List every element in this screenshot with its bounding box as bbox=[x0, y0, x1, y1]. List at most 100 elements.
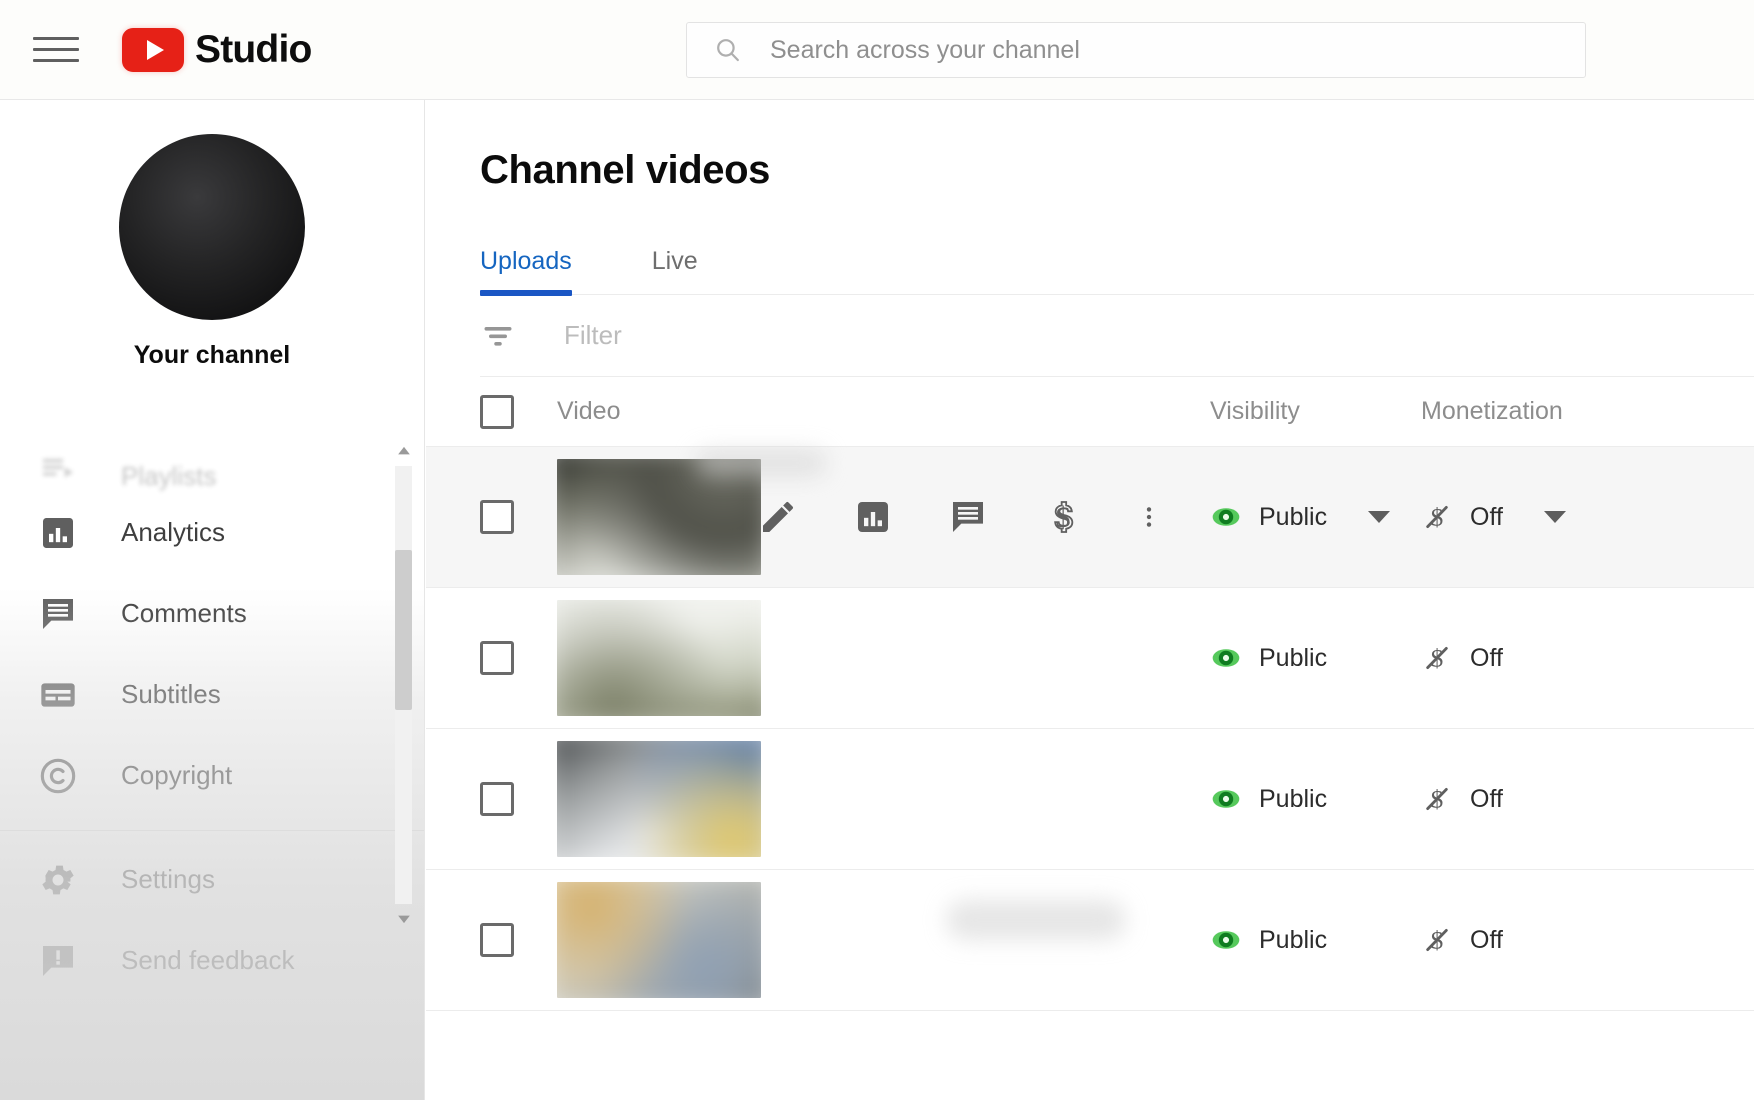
table-row[interactable]: Public $ Off bbox=[426, 729, 1754, 870]
dollar-off-icon: $ bbox=[1426, 504, 1448, 532]
row-select-cell bbox=[480, 782, 540, 816]
page-title: Channel videos bbox=[480, 148, 771, 192]
sidebar-item-comments[interactable]: Comments bbox=[0, 573, 424, 654]
videos-table: Video Visibility Monetization $ Public O… bbox=[426, 377, 1754, 1011]
sidebar-item-label: Send feedback bbox=[121, 945, 295, 975]
video-thumbnail[interactable] bbox=[557, 459, 761, 575]
scrollbar-down-arrow[interactable] bbox=[393, 908, 415, 930]
monetization-cell[interactable]: $ Off bbox=[1421, 642, 1503, 674]
sidebar-item-copyright[interactable]: Copyright bbox=[0, 735, 424, 816]
monetization-cell[interactable]: $ Off bbox=[1421, 783, 1503, 815]
filter-input[interactable]: Filter bbox=[564, 320, 622, 351]
playlists-icon bbox=[35, 446, 81, 492]
sidebar: Your channel Playlists Analytics Comment… bbox=[0, 100, 425, 1100]
subtitles-icon bbox=[35, 672, 81, 718]
row-hover-actions: $ bbox=[756, 495, 1162, 539]
tab-live[interactable]: Live bbox=[652, 247, 712, 294]
sidebar-item-playlists[interactable]: Playlists bbox=[0, 430, 424, 492]
search-icon bbox=[717, 39, 739, 62]
filter-bar[interactable]: Filter bbox=[480, 295, 1754, 377]
scrollbar-thumb[interactable] bbox=[395, 550, 412, 710]
video-thumbnail[interactable] bbox=[557, 882, 761, 998]
sidebar-item-label: Copyright bbox=[121, 760, 233, 790]
eye-icon bbox=[1212, 508, 1240, 526]
sidebar-item-analytics[interactable]: Analytics bbox=[0, 492, 424, 573]
select-all-cell bbox=[480, 394, 540, 429]
channel-name-label: Your channel bbox=[133, 341, 291, 369]
brand-text: Studio bbox=[195, 27, 312, 71]
select-all-checkbox[interactable] bbox=[480, 394, 514, 429]
sidebar-item-label: Subtitles bbox=[121, 679, 221, 709]
copyright-icon bbox=[35, 753, 81, 799]
monetization-cell[interactable]: $ Off bbox=[1421, 924, 1503, 956]
eye-icon bbox=[1212, 790, 1240, 808]
sidebar-item-label: Analytics bbox=[121, 517, 226, 547]
sidebar-item-label: Settings bbox=[121, 864, 215, 894]
sidebar-divider bbox=[0, 830, 424, 831]
comments-icon[interactable] bbox=[946, 495, 990, 539]
sidebar-item-send-feedback[interactable]: Send feedback bbox=[0, 920, 424, 1001]
dollar-off-icon: $ bbox=[1426, 645, 1448, 673]
youtube-studio-page: Studio Search across your channel Your c… bbox=[0, 0, 1754, 1100]
table-header-row: Video Visibility Monetization bbox=[426, 377, 1754, 447]
visibility-cell[interactable]: Public bbox=[1210, 642, 1327, 674]
scrollbar-up-arrow[interactable] bbox=[393, 440, 415, 462]
tab-label: Uploads bbox=[480, 247, 572, 275]
row-select-cell bbox=[480, 641, 540, 675]
sidebar-item-label: Playlists bbox=[121, 461, 217, 491]
search-bar[interactable]: Search across your channel bbox=[686, 22, 1586, 78]
row-select-cell bbox=[480, 500, 540, 534]
visibility-cell[interactable]: Public bbox=[1210, 924, 1327, 956]
video-thumbnail[interactable] bbox=[557, 600, 761, 716]
content-tabs: Uploads Live bbox=[480, 233, 1754, 296]
row-checkbox[interactable] bbox=[480, 923, 514, 957]
monetization-dropdown-caret[interactable] bbox=[1543, 511, 1566, 523]
table-row[interactable]: Public $ Off bbox=[426, 870, 1754, 1011]
comments-icon bbox=[35, 591, 81, 637]
monetization-value: Off bbox=[1470, 784, 1503, 813]
svg-text:$: $ bbox=[1056, 501, 1071, 534]
sidebar-item-settings[interactable]: Settings bbox=[0, 839, 424, 920]
main-content: Channel videos Uploads Live Filter Video… bbox=[426, 100, 1754, 1100]
eye-icon bbox=[1212, 931, 1240, 949]
gear-icon bbox=[35, 857, 81, 903]
visibility-cell[interactable]: Public bbox=[1210, 783, 1327, 815]
visibility-dropdown-caret[interactable] bbox=[1368, 511, 1391, 523]
kebab-icon[interactable] bbox=[1136, 495, 1162, 539]
monetization-value: Off bbox=[1470, 925, 1503, 954]
sidebar-scrollbar[interactable] bbox=[393, 440, 415, 930]
analytics-icon[interactable] bbox=[851, 495, 895, 539]
top-header: Studio Search across your channel bbox=[0, 0, 1754, 100]
avatar[interactable] bbox=[119, 134, 305, 320]
monetization-cell[interactable]: $ Off bbox=[1421, 501, 1566, 533]
column-header-visibility: Visibility bbox=[1210, 397, 1300, 425]
monetization-value: Off bbox=[1470, 502, 1503, 531]
sidebar-item-subtitles[interactable]: Subtitles bbox=[0, 654, 424, 735]
visibility-value: Public bbox=[1259, 925, 1328, 954]
table-row[interactable]: Public $ Off bbox=[426, 588, 1754, 729]
hamburger-menu-icon[interactable] bbox=[33, 32, 79, 68]
visibility-value: Public bbox=[1259, 502, 1328, 531]
dollar-icon[interactable]: $ bbox=[1041, 495, 1085, 539]
eye-icon bbox=[1212, 649, 1240, 667]
row-checkbox[interactable] bbox=[480, 641, 514, 675]
search-input[interactable]: Search across your channel bbox=[770, 36, 1080, 65]
row-checkbox[interactable] bbox=[480, 782, 514, 816]
visibility-cell[interactable]: Public bbox=[1210, 501, 1391, 533]
sidebar-nav-scroll: Playlists Analytics Comments Subtitles C… bbox=[0, 430, 424, 1100]
video-thumbnail[interactable] bbox=[557, 741, 761, 857]
tab-uploads[interactable]: Uploads bbox=[480, 247, 586, 296]
row-checkbox[interactable] bbox=[480, 500, 514, 534]
feedback-icon bbox=[35, 938, 81, 984]
dollar-off-icon: $ bbox=[1426, 927, 1448, 955]
table-row[interactable]: $ Public Off bbox=[426, 447, 1754, 588]
studio-brand[interactable]: Studio bbox=[122, 27, 312, 72]
column-header-video: Video bbox=[557, 397, 621, 425]
pencil-icon[interactable] bbox=[756, 495, 800, 539]
column-header-monetization: Monetization bbox=[1421, 397, 1563, 425]
filter-icon bbox=[484, 326, 512, 346]
channel-header: Your channel bbox=[0, 100, 424, 370]
visibility-value: Public bbox=[1259, 784, 1328, 813]
sidebar-item-label: Comments bbox=[121, 598, 247, 628]
row-select-cell bbox=[480, 923, 540, 957]
